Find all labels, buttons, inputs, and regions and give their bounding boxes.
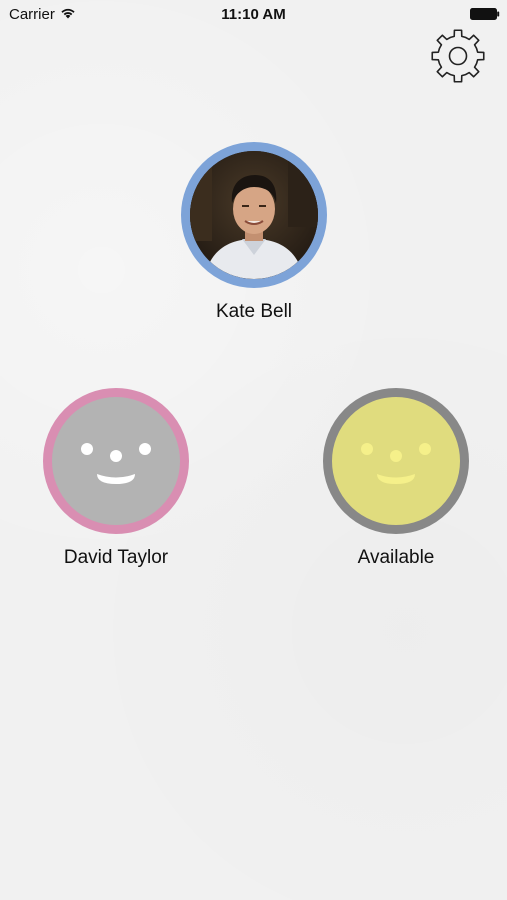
smiley-face-icon: [361, 443, 431, 484]
person-name: Kate Bell: [215, 301, 293, 322]
avatar[interactable]: [323, 388, 469, 534]
battery-icon: [470, 8, 500, 20]
avatar[interactable]: [181, 142, 327, 288]
status-bar: Carrier 11:10 AM: [0, 0, 507, 28]
person-name: Available: [357, 547, 435, 568]
smiley-face-icon: [81, 443, 151, 484]
settings-button[interactable]: [428, 26, 488, 86]
person-name: David Taylor: [63, 547, 169, 568]
avatar[interactable]: [43, 388, 189, 534]
person-kate-bell[interactable]: Kate Bell: [154, 142, 354, 323]
gear-icon: [431, 29, 485, 83]
user-photo-icon: [190, 151, 318, 279]
person-available[interactable]: Available: [296, 388, 496, 569]
person-david-taylor[interactable]: David Taylor: [16, 388, 216, 569]
app-screen: Carrier 11:10 AM Kate Bell David Taylor …: [0, 0, 507, 900]
status-time: 11:10 AM: [221, 6, 286, 23]
